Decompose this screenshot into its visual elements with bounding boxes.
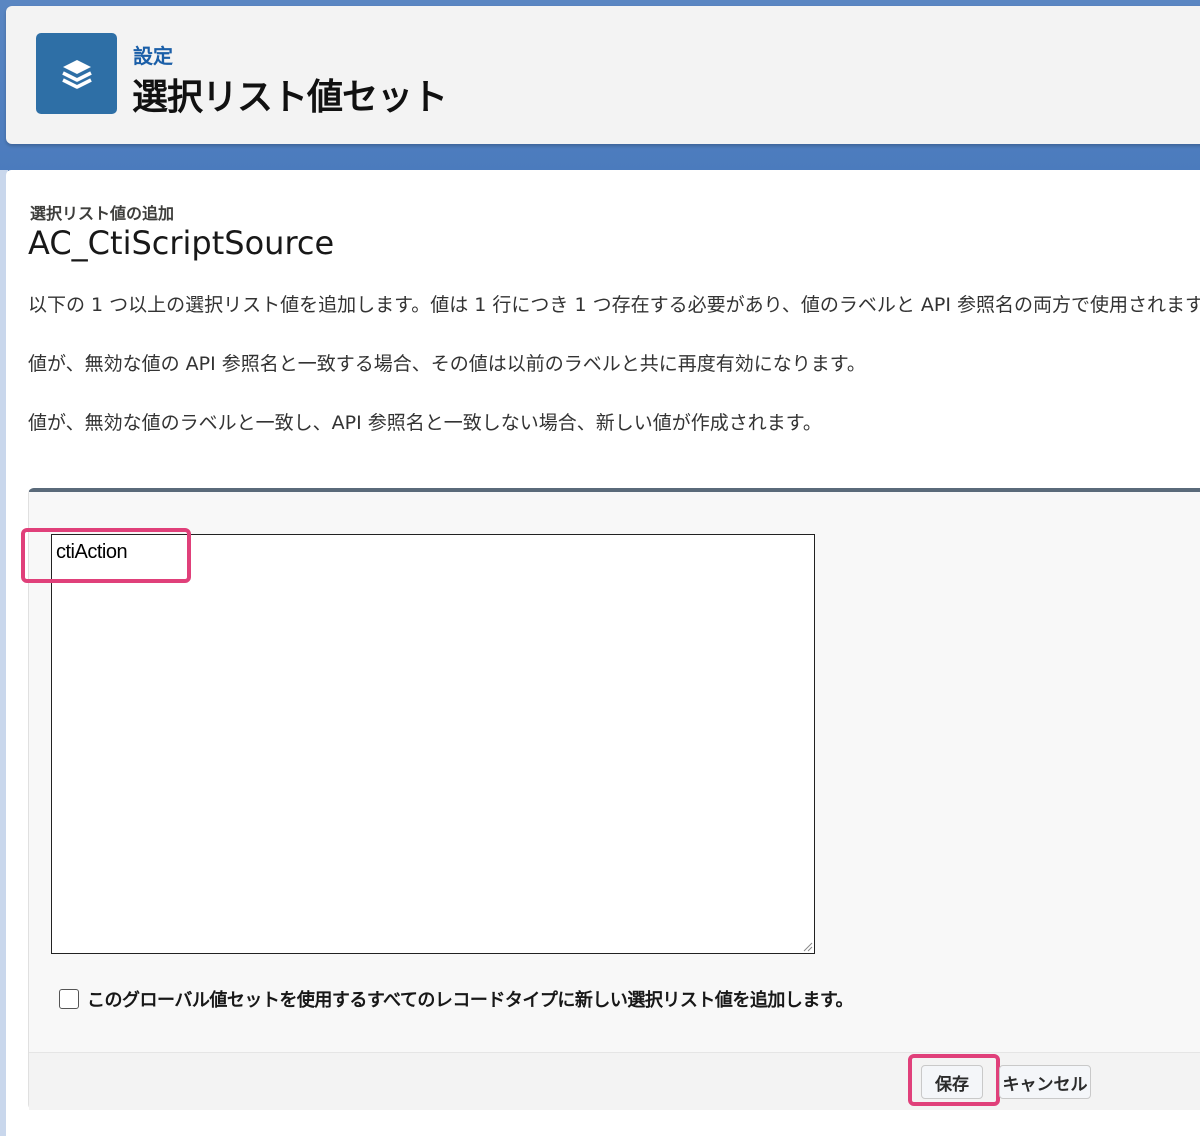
page-title: 選択リスト値セット	[132, 77, 448, 118]
cancel-button[interactable]: キャンセル	[999, 1065, 1091, 1099]
main-content: 選択リスト値の追加 AC_CtiScriptSource 以下の 1 つ以上の選…	[6, 170, 1200, 1136]
record-type-checkbox-row[interactable]: このグローバル値セットを使用するすべてのレコードタイプに新しい選択リスト値を追加…	[59, 986, 854, 1012]
values-textarea-wrapper: ctiAction	[51, 534, 815, 954]
layers-icon	[36, 33, 117, 114]
checkbox-label: このグローバル値セットを使用するすべてのレコードタイプに新しい選択リスト値を追加…	[87, 990, 854, 1011]
picklist-values-textarea[interactable]: ctiAction	[52, 535, 814, 953]
section-title: AC_CtiScriptSource	[28, 224, 335, 262]
form-body: ctiAction このグローバル値セットを使用するすべてのレコードタイプに新し…	[21, 492, 1200, 1052]
description-line-2: 値が、無効な値の API 参照名と一致する場合、その値は以前のラベルと共に再度有…	[28, 353, 866, 375]
textarea-highlight	[21, 528, 191, 583]
form-footer: 保存 キャンセル	[29, 1052, 1200, 1110]
picklist-form: ctiAction このグローバル値セットを使用するすべてのレコードタイプに新し…	[21, 488, 1200, 1110]
description-line-3: 値が、無効な値のラベルと一致し、API 参照名と一致しない場合、新しい値が作成さ…	[28, 412, 822, 434]
section-kicker: 選択リスト値の追加	[30, 204, 175, 223]
breadcrumb[interactable]: 設定	[133, 40, 173, 69]
save-button[interactable]: 保存	[921, 1065, 983, 1099]
resize-grip-icon[interactable]	[801, 940, 813, 952]
description-line-1: 以下の 1 つ以上の選択リスト値を追加します。値は 1 行につき 1 つ存在する…	[28, 294, 1200, 316]
record-type-checkbox[interactable]	[59, 989, 79, 1009]
page-header: 設定 選択リスト値セット	[6, 6, 1200, 144]
